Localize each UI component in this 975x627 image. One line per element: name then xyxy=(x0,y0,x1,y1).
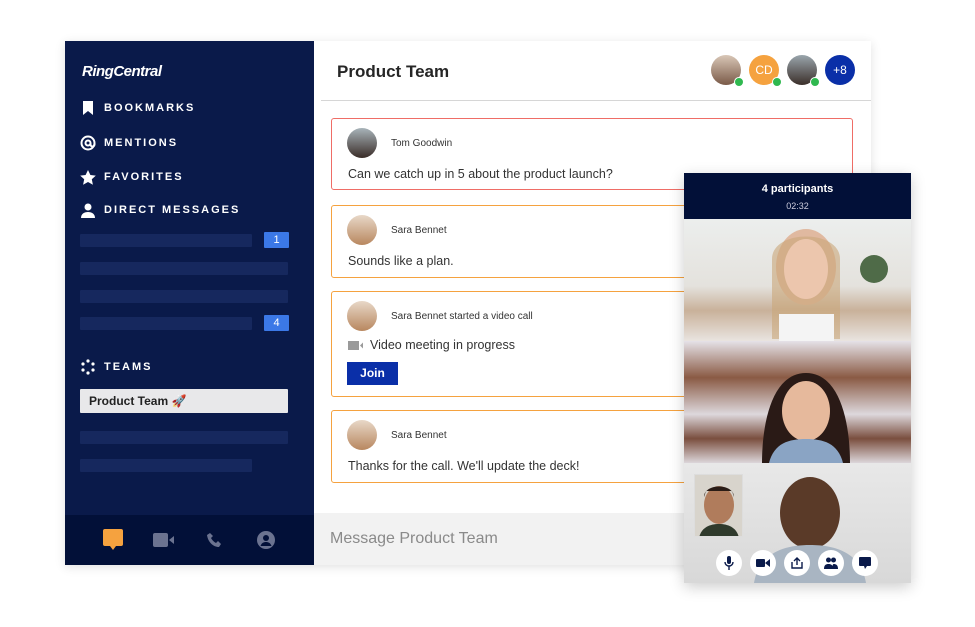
online-status-dot xyxy=(734,77,744,87)
bookmark-icon xyxy=(79,99,97,117)
online-status-dot xyxy=(772,77,782,87)
participant-video xyxy=(684,219,911,341)
direct-message-item[interactable] xyxy=(80,290,288,303)
sidebar-footer xyxy=(65,515,314,565)
nav-label: MENTIONS xyxy=(104,137,179,149)
avatar xyxy=(347,301,377,331)
microphone-icon[interactable] xyxy=(716,550,742,576)
share-screen-icon[interactable] xyxy=(784,550,810,576)
direct-message-item[interactable] xyxy=(80,317,252,330)
phone-icon[interactable] xyxy=(203,528,227,552)
unread-badge: 4 xyxy=(264,315,289,331)
star-icon xyxy=(79,168,97,186)
join-button[interactable]: Join xyxy=(347,362,398,385)
avatar-initials: CD xyxy=(755,63,773,77)
chat-icon[interactable] xyxy=(852,550,878,576)
team-item[interactable] xyxy=(80,431,288,444)
avatar xyxy=(347,128,377,158)
member-avatars[interactable]: CD +8 xyxy=(711,55,855,87)
unread-badge: 1 xyxy=(264,232,289,248)
message-author: Sara Bennet xyxy=(391,430,447,441)
contacts-icon[interactable] xyxy=(254,528,278,552)
video-icon xyxy=(348,340,363,350)
conversation-header: Product Team CD +8 xyxy=(321,41,871,101)
message-text: Thanks for the call. We'll update the de… xyxy=(348,459,580,473)
video-meeting-status: Video meeting in progress xyxy=(348,338,515,352)
call-controls xyxy=(716,550,878,576)
nav-label: BOOKMARKS xyxy=(104,102,196,114)
teams-icon xyxy=(79,358,97,376)
message-text: Sounds like a plan. xyxy=(348,254,454,268)
avatar[interactable]: CD xyxy=(749,55,782,87)
at-icon xyxy=(79,134,97,152)
sidebar: RingCentral BOOKMARKS MENTIONS FAVORITES… xyxy=(65,41,314,565)
avatar[interactable] xyxy=(711,55,744,87)
nav-mentions[interactable]: MENTIONS xyxy=(79,133,178,153)
nav-label: DIRECT MESSAGES xyxy=(104,204,241,216)
nav-label: TEAMS xyxy=(104,361,153,373)
nav-favorites[interactable]: FAVORITES xyxy=(79,167,184,187)
message-author: Sara Bennet xyxy=(391,225,447,236)
page-title: Product Team xyxy=(337,62,450,81)
nav-teams[interactable]: TEAMS xyxy=(79,357,153,377)
nav-direct-messages[interactable]: DIRECT MESSAGES xyxy=(79,200,240,220)
self-view-video[interactable] xyxy=(694,474,743,537)
message-text: Video meeting in progress xyxy=(370,338,515,352)
participant-video xyxy=(684,341,911,463)
direct-message-item[interactable] xyxy=(80,234,252,247)
nav-label: FAVORITES xyxy=(104,171,184,183)
person-icon xyxy=(79,201,97,219)
avatar xyxy=(347,215,377,245)
camera-icon[interactable] xyxy=(750,550,776,576)
message-text: Can we catch up in 5 about the product l… xyxy=(348,167,613,181)
participants-icon[interactable] xyxy=(818,550,844,576)
video-call-panel: 4 participants 02:32 xyxy=(684,173,911,583)
direct-message-item[interactable] xyxy=(80,262,288,275)
team-item-product-team[interactable]: Product Team 🚀 xyxy=(80,389,288,413)
avatar[interactable] xyxy=(787,55,820,87)
online-status-dot xyxy=(810,77,820,87)
ringcentral-logo: RingCentral xyxy=(82,63,162,80)
video-icon[interactable] xyxy=(152,528,176,552)
participant-count: 4 participants xyxy=(761,183,834,195)
nav-bookmarks[interactable]: BOOKMARKS xyxy=(79,98,195,118)
avatar xyxy=(347,420,377,450)
more-members-button[interactable]: +8 xyxy=(825,55,855,85)
message-author: Sara Bennet started a video call xyxy=(391,311,533,322)
team-item[interactable] xyxy=(80,459,252,472)
call-duration: 02:32 xyxy=(786,201,809,211)
more-count: +8 xyxy=(833,63,847,77)
video-call-header: 4 participants 02:32 xyxy=(684,173,911,219)
message-icon[interactable] xyxy=(101,528,125,552)
message-author: Tom Goodwin xyxy=(391,138,453,149)
